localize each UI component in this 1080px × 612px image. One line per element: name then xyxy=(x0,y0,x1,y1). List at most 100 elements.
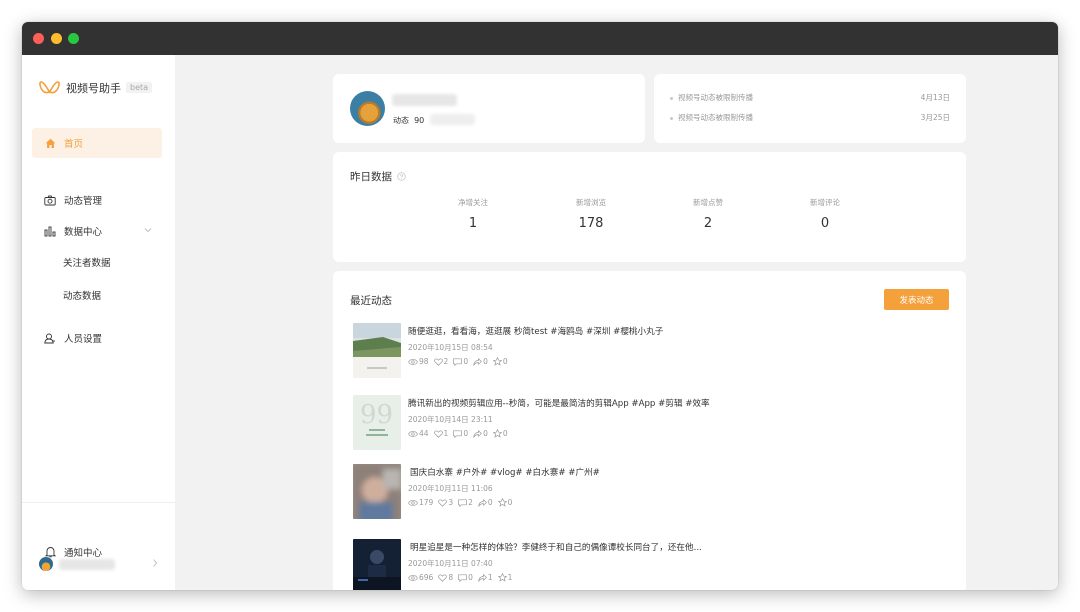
post-title: 随便逛逛，看看海，逛逛展 秒简test #海鸥岛 #深圳 #樱桃小丸子 xyxy=(408,327,664,337)
favs-count: 0 xyxy=(502,357,508,366)
account-name-blurred xyxy=(59,558,115,570)
share-icon xyxy=(473,357,483,366)
likes-count: 2 xyxy=(443,357,449,366)
app-window: 视频号助手 beta 首页 动态管理 数据中心 关注者数据 动态数据 人员设置 … xyxy=(22,22,1058,590)
notice-text: 视频号动态被限制传播 xyxy=(678,93,753,102)
likes-count: 1 xyxy=(443,429,449,438)
sidebar-item-post-data[interactable]: 动态数据 xyxy=(32,280,162,310)
stat-value: 0 xyxy=(820,216,830,231)
sidebar-item-label: 数据中心 xyxy=(64,227,103,238)
close-window-button[interactable] xyxy=(33,33,44,44)
avatar xyxy=(39,557,53,571)
favs-count: 1 xyxy=(507,573,513,582)
share-icon xyxy=(478,573,487,582)
bullet-icon xyxy=(670,116,673,120)
post-metrics: 98 2 0 0 0 xyxy=(408,357,513,366)
comment-icon xyxy=(458,498,467,507)
stat-new-likes: 新增点赞 2 xyxy=(663,197,753,231)
sidebar-item-label: 动态数据 xyxy=(63,291,102,302)
sidebar-item-label: 关注者数据 xyxy=(63,258,111,269)
sidebar-item-members[interactable]: 人员设置 xyxy=(32,323,162,353)
recent-title: 最近动态 xyxy=(350,295,392,307)
app-logo[interactable]: 视频号助手 beta xyxy=(39,79,153,96)
heart-icon xyxy=(438,573,448,582)
camera-icon xyxy=(44,194,56,206)
profile-id-blurred xyxy=(430,114,475,125)
views-count: 179 xyxy=(419,498,434,507)
comment-icon xyxy=(453,357,463,366)
heart-icon xyxy=(433,357,443,366)
views-count: 696 xyxy=(419,573,434,582)
post-date: 2020年10月11日 11:06 xyxy=(408,484,493,493)
sidebar-item-follower-data[interactable]: 关注者数据 xyxy=(32,247,162,277)
stat-label: 新增浏览 xyxy=(576,198,606,207)
star-icon xyxy=(492,357,502,366)
comment-icon xyxy=(458,573,467,582)
stat-label: 新增点赞 xyxy=(693,198,723,207)
views-count: 98 xyxy=(419,357,429,366)
stat-value: 2 xyxy=(703,216,713,231)
notice-date: 3月25日 xyxy=(920,113,950,122)
stats-title: 昨日数据 xyxy=(350,169,406,184)
post-thumbnail xyxy=(353,464,401,519)
shares-count: 1 xyxy=(487,573,493,582)
yesterday-stats-card: 昨日数据 净增关注 1 新增浏览 178 新增点赞 2 新增评论 0 xyxy=(333,152,966,262)
sidebar-item-posts[interactable]: 动态管理 xyxy=(32,185,162,215)
sidebar-item-data-center[interactable]: 数据中心 xyxy=(32,216,162,246)
share-icon xyxy=(473,429,483,438)
logo-icon xyxy=(39,81,60,94)
comment-icon xyxy=(453,429,463,438)
notices-card: 视频号动态被限制传播 4月13日 视频号动态被限制传播 3月25日 xyxy=(654,74,966,143)
post-date: 2020年10月14日 23:11 xyxy=(408,415,493,424)
maximize-window-button[interactable] xyxy=(68,33,79,44)
person-icon xyxy=(44,332,56,344)
shares-count: 0 xyxy=(487,498,493,507)
help-icon[interactable] xyxy=(397,172,406,181)
post-item[interactable]: 99 腾讯新出的视频剪辑应用--秒简，可能是最简洁的剪辑App #App #剪辑… xyxy=(353,395,953,455)
profile-name-blurred xyxy=(392,94,457,106)
profile-avatar[interactable] xyxy=(350,91,385,126)
favs-count: 0 xyxy=(507,498,513,507)
sidebar-divider xyxy=(22,502,175,503)
share-icon xyxy=(478,498,487,507)
stat-new-views: 新增浏览 178 xyxy=(546,197,636,231)
post-date: 2020年10月11日 07:40 xyxy=(408,559,493,568)
bullet-icon xyxy=(670,96,673,100)
post-metrics: 696 8 0 1 1 xyxy=(408,573,517,582)
chevron-down-icon[interactable] xyxy=(144,226,152,234)
heart-icon xyxy=(438,498,448,507)
shares-count: 0 xyxy=(483,357,488,366)
sidebar-item-home[interactable]: 首页 xyxy=(32,128,162,158)
notice-item[interactable]: 视频号动态被限制传播 3月25日 xyxy=(670,112,950,123)
post-count-label: 动态 xyxy=(393,116,409,125)
stat-net-followers: 净增关注 1 xyxy=(428,197,518,231)
minimize-window-button[interactable] xyxy=(51,33,62,44)
app-name: 视频号助手 xyxy=(66,81,121,95)
home-icon xyxy=(44,137,56,149)
post-item[interactable]: 国庆白水寨 #户外# #vlog# #白水寨# #广州# 2020年10月11日… xyxy=(353,464,953,524)
sidebar: 视频号助手 beta 首页 动态管理 数据中心 关注者数据 动态数据 人员设置 … xyxy=(22,55,175,590)
post-title: 明星追星是一种怎样的体验？李健终于和自己的偶像谭校长同台了，还在他... xyxy=(410,543,702,553)
views-count: 44 xyxy=(419,429,429,438)
post-item[interactable]: 随便逛逛，看看海，逛逛展 秒简test #海鸥岛 #深圳 #樱桃小丸子 2020… xyxy=(353,323,953,383)
post-item[interactable]: 明星追星是一种怎样的体验？李健终于和自己的偶像谭校长同台了，还在他... 202… xyxy=(353,539,953,590)
notice-item[interactable]: 视频号动态被限制传播 4月13日 xyxy=(670,92,950,103)
bar-chart-icon xyxy=(44,225,56,237)
post-date: 2020年10月15日 08:54 xyxy=(408,343,493,352)
publish-button[interactable]: 发表动态 xyxy=(884,289,949,310)
title-bar xyxy=(22,22,1058,55)
account-switcher[interactable] xyxy=(39,555,159,573)
eye-icon xyxy=(408,358,418,365)
notice-text: 视频号动态被限制传播 xyxy=(678,113,753,122)
comments-count: 2 xyxy=(468,498,473,507)
star-icon xyxy=(497,498,507,507)
post-metrics: 44 1 0 0 0 xyxy=(408,429,513,438)
post-title: 腾讯新出的视频剪辑应用--秒简，可能是最简洁的剪辑App #App #剪辑 #效… xyxy=(408,399,710,409)
sidebar-item-label: 动态管理 xyxy=(64,196,103,207)
post-thumbnail xyxy=(353,323,401,378)
stat-value: 1 xyxy=(468,216,478,231)
stat-label: 新增评论 xyxy=(810,198,840,207)
stat-new-comments: 新增评论 0 xyxy=(780,197,870,231)
sidebar-item-label: 人员设置 xyxy=(64,334,103,345)
star-icon xyxy=(492,429,502,438)
